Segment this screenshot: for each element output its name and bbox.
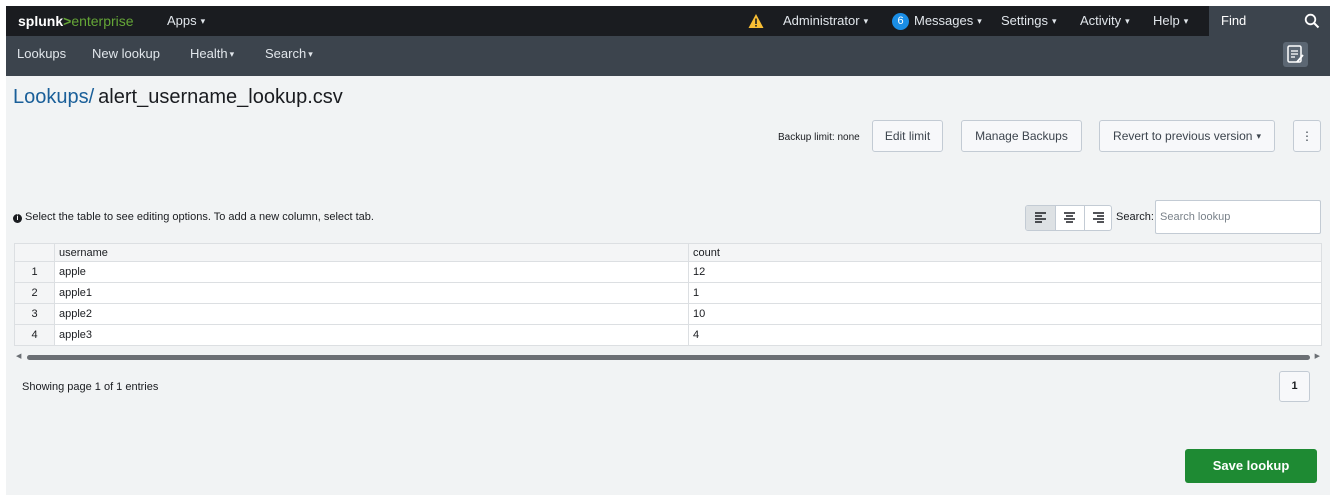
help-menu[interactable]: Help ▾ [1153, 6, 1188, 36]
chevron-down-icon: ▾ [1125, 16, 1130, 26]
info-circle-icon: i [13, 214, 22, 223]
apps-menu[interactable]: Apps ▾ [167, 6, 205, 36]
administrator-menu[interactable]: Administrator ▾ [783, 6, 868, 36]
cell-count[interactable]: 10 [688, 303, 1322, 325]
help-label: Help [1153, 13, 1180, 28]
search-icon[interactable] [1304, 13, 1320, 29]
lookup-table[interactable]: username count 1 apple 12 2 apple1 1 3 a… [14, 243, 1322, 346]
align-right-icon [1093, 212, 1104, 223]
align-center-icon [1064, 212, 1075, 223]
align-left-icon [1035, 212, 1046, 223]
messages-label: Messages [914, 13, 974, 28]
backup-limit-label: Backup limit: none [778, 132, 860, 143]
row-number: 3 [14, 303, 55, 325]
activity-menu[interactable]: Activity ▾ [1080, 6, 1130, 36]
revert-version-button[interactable]: Revert to previous version ▾ [1099, 120, 1275, 152]
save-lookup-button[interactable]: Save lookup [1185, 449, 1317, 483]
cell-username[interactable]: apple3 [54, 324, 689, 346]
scroll-right-arrow-icon[interactable]: ▶ [1315, 352, 1320, 362]
top-navigation-bar: splunk>enterprise Apps ▾ Administrator ▾ 6… [6, 6, 1330, 36]
table-header-row: username count [14, 243, 1322, 262]
chevron-down-icon: ▾ [1183, 16, 1189, 26]
lookup-filename: alert_username_lookup.csv [98, 86, 343, 108]
chevron-down-icon: ▾ [200, 16, 206, 26]
edit-limit-button[interactable]: Edit limit [872, 120, 943, 152]
page-title: Lookups/alert_username_lookup.csv [13, 86, 343, 109]
cell-username[interactable]: apple [54, 261, 689, 283]
app-navigation-bar: Lookups New lookup Health ▾ Search ▾ [6, 36, 1330, 76]
paging-summary: Showing page 1 of 1 entries [22, 381, 159, 393]
more-options-button[interactable]: ⋮ [1293, 120, 1321, 152]
row-number: 4 [14, 324, 55, 346]
find-label: Find [1221, 13, 1247, 28]
editing-hint: i Select the table to see editing options… [13, 211, 374, 223]
settings-label: Settings [1001, 13, 1048, 28]
splunk-logo[interactable]: splunk>enterprise [18, 6, 134, 36]
chevron-down-icon: ▾ [863, 16, 869, 26]
table-row: 2 apple1 1 [14, 282, 1322, 304]
breadcrumb-lookups-link[interactable]: Lookups/ [13, 86, 94, 108]
horizontal-scrollbar[interactable]: ◀ ▶ [14, 352, 1322, 362]
cell-count[interactable]: 12 [688, 261, 1322, 283]
nav-item-lookups[interactable]: Lookups [17, 36, 66, 76]
search-label: Search [265, 46, 307, 61]
search-lookup-input[interactable] [1155, 200, 1321, 234]
scroll-left-arrow-icon[interactable]: ◀ [16, 352, 21, 362]
nav-item-search[interactable]: Search ▾ [265, 36, 313, 76]
cell-username[interactable]: apple1 [54, 282, 689, 304]
scrollbar-thumb[interactable] [27, 355, 1310, 360]
column-header-count[interactable]: count [688, 243, 1322, 262]
logo-splunk-text: splunk [18, 13, 64, 29]
chevron-down-icon: ▾ [1051, 16, 1057, 26]
app-frame: splunk>enterprise Apps ▾ Administrator ▾ 6… [6, 6, 1330, 495]
table-row: 1 apple 12 [14, 261, 1322, 283]
chevron-down-icon: ▾ [308, 49, 313, 59]
chevron-down-icon: ▾ [1256, 131, 1261, 141]
administrator-label: Administrator [783, 13, 860, 28]
corner-cell [14, 243, 55, 262]
row-number: 1 [14, 261, 55, 283]
logo-enterprise-text: enterprise [71, 13, 134, 29]
alignment-button-group [1025, 205, 1112, 231]
column-header-username[interactable]: username [54, 243, 689, 262]
chevron-down-icon: ▾ [229, 49, 235, 59]
warning-triangle-icon[interactable] [748, 13, 764, 29]
activity-label: Activity [1080, 13, 1122, 28]
nav-item-health[interactable]: Health ▾ [190, 36, 234, 76]
apps-label: Apps [167, 13, 197, 28]
table-row: 3 apple2 10 [14, 303, 1322, 325]
align-right-button[interactable] [1084, 206, 1111, 230]
find-search-box[interactable]: Find [1209, 6, 1330, 36]
settings-menu[interactable]: Settings ▾ [1001, 6, 1057, 36]
row-number: 2 [14, 282, 55, 304]
manage-backups-button[interactable]: Manage Backups [961, 120, 1082, 152]
health-label: Health [190, 46, 228, 61]
nav-item-new-lookup[interactable]: New lookup [92, 36, 160, 76]
search-lookup-label: Search: [1116, 211, 1154, 223]
table-row: 4 apple3 4 [14, 324, 1322, 346]
cell-count[interactable]: 4 [688, 324, 1322, 346]
cell-username[interactable]: apple2 [54, 303, 689, 325]
notes-edit-icon[interactable] [1283, 42, 1308, 67]
messages-menu[interactable]: 6 Messages ▾ [892, 6, 982, 36]
align-left-button[interactable] [1026, 206, 1055, 230]
cell-count[interactable]: 1 [688, 282, 1322, 304]
messages-count-badge: 6 [892, 13, 909, 30]
chevron-down-icon: ▾ [977, 16, 982, 26]
revert-label: Revert to previous version [1113, 129, 1253, 143]
editing-hint-text: Select the table to see editing options.… [25, 211, 374, 223]
align-center-button[interactable] [1055, 206, 1084, 230]
page-1-button[interactable]: 1 [1279, 371, 1310, 402]
